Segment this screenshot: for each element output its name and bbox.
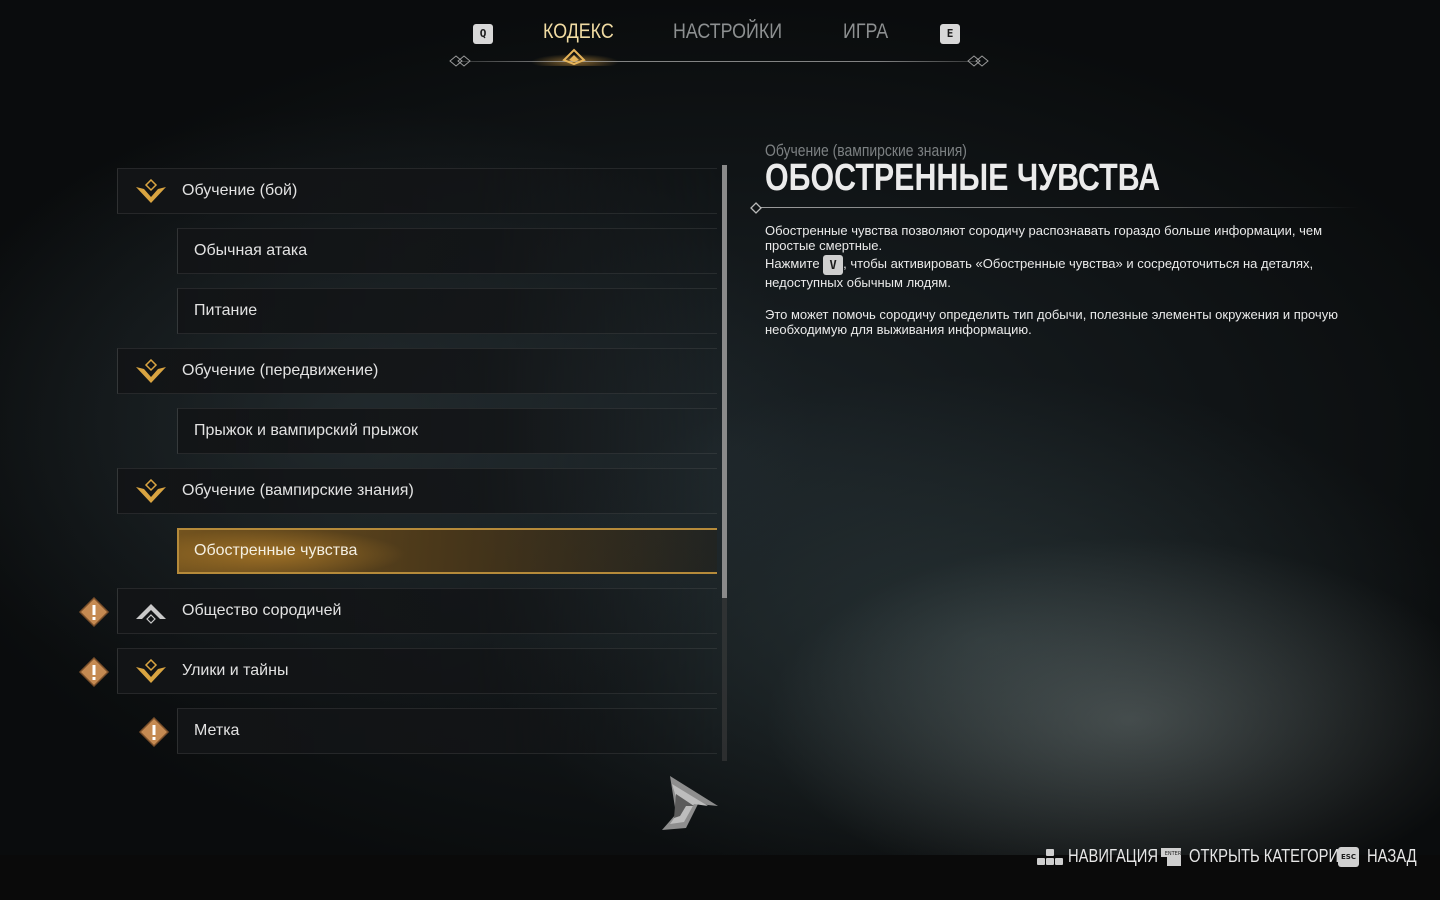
tab-divider — [460, 61, 980, 62]
divider-end-ornament-left — [449, 55, 471, 67]
hint-navigate: НАВИГАЦИЯ — [1068, 846, 1158, 866]
tab-settings[interactable]: НАСТРОЙКИ — [673, 20, 782, 44]
codex-category-clues-and-secrets[interactable]: Улики и тайны — [117, 648, 717, 694]
new-entry-warning-icon — [78, 656, 110, 688]
esc-key-icon: ESC — [1338, 847, 1359, 867]
tab-codex[interactable]: КОДЕКС — [543, 20, 614, 44]
codex-entry-mark[interactable]: Метка — [177, 708, 717, 754]
codex-category-combat[interactable]: Обучение (бой) — [117, 168, 717, 214]
detail-title: ОБОСТРЕННЫЕ ЧУВСТВА — [765, 157, 1161, 199]
enter-key-icon: ENTER — [1161, 848, 1182, 866]
detail-paragraph-2-start: Нажмите — [765, 256, 824, 271]
codex-entry-heightened-senses[interactable]: Обостренные чувства — [177, 528, 717, 574]
codex-item-label: Общество сородичей — [182, 602, 342, 619]
list-scrollbar-thumb[interactable] — [722, 165, 727, 598]
senses-key-icon: V — [823, 255, 844, 275]
wings-emblem-icon — [136, 659, 166, 683]
new-entry-warning-icon — [138, 716, 170, 748]
codex-item-label: Питание — [194, 302, 258, 319]
codex-item-label: Прыжок и вампирский прыжок — [194, 422, 419, 439]
prev-tab-key[interactable]: Q — [473, 24, 493, 44]
detail-paragraph-3: Это может помочь сородичу определить тип… — [765, 307, 1338, 337]
codex-item-label: Обучение (бой) — [182, 182, 298, 199]
codex-item-label: Обучение (вампирские знания) — [182, 482, 414, 499]
codex-entry-feeding[interactable]: Питание — [177, 288, 717, 334]
wings-emblem-icon — [136, 479, 166, 503]
title-divider — [760, 207, 1360, 208]
tab-game[interactable]: ИГРА — [843, 20, 888, 44]
codex-entry-basic-attack[interactable]: Обычная атака — [177, 228, 717, 274]
detail-paragraph-2-end: , чтобы активировать «Обостренные чувств… — [765, 256, 1314, 290]
new-entry-warning-icon — [78, 596, 110, 628]
enter-key-caption: ENTER — [1165, 851, 1182, 857]
title-divider-ornament — [750, 202, 762, 214]
back-button[interactable]: НАЗАД — [1367, 846, 1417, 867]
active-tab-marker-icon — [562, 48, 586, 66]
hint-open-category: ОТКРЫТЬ КАТЕГОРИЮ — [1189, 846, 1354, 866]
next-tab-key[interactable]: E — [940, 24, 960, 44]
codex-item-label: Обостренные чувства — [194, 542, 358, 559]
codex-item-label: Обучение (передвижение) — [182, 362, 379, 379]
codex-item-label: Метка — [194, 722, 240, 739]
divider-end-ornament-right — [967, 55, 989, 67]
wings-emblem-icon — [136, 179, 166, 203]
codex-category-vampire-lore[interactable]: Обучение (вампирские знания) — [117, 468, 717, 514]
codex-category-kindred-society[interactable]: Общество сородичей — [117, 588, 717, 634]
wings-emblem-icon — [136, 359, 166, 383]
peak-emblem-icon — [136, 604, 166, 624]
codex-entry-jump[interactable]: Прыжок и вампирский прыжок — [177, 408, 717, 454]
arrow-keys-icon — [1037, 849, 1063, 865]
game-logo-icon — [662, 776, 718, 830]
detail-paragraph-1: Обостренные чувства позволяют сородичу р… — [765, 223, 1323, 253]
detail-paragraph-2: Нажмите V, чтобы активировать «Обостренн… — [765, 255, 1360, 290]
codex-item-label: Улики и тайны — [182, 662, 289, 679]
codex-category-movement[interactable]: Обучение (передвижение) — [117, 348, 717, 394]
codex-item-label: Обычная атака — [194, 242, 308, 259]
